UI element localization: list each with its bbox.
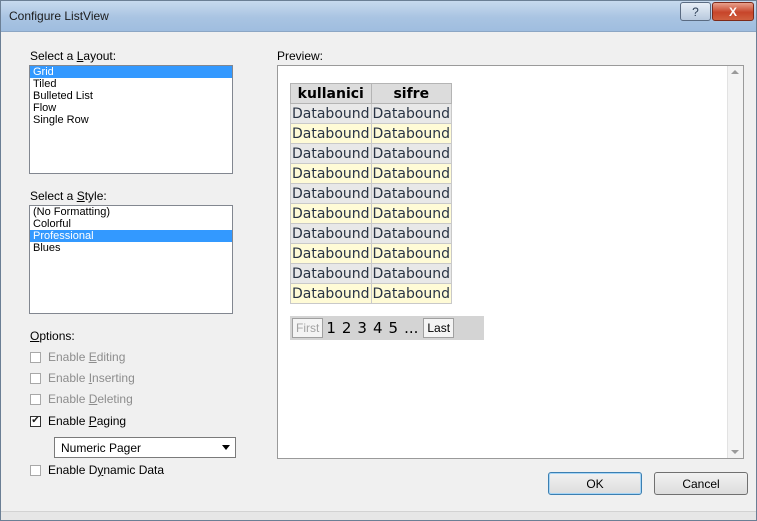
layout-list-item[interactable]: Single Row [30, 114, 232, 126]
table-cell: Databound [290, 283, 372, 304]
table-cell: Databound [290, 223, 372, 244]
style-list-item[interactable]: Professional [30, 230, 232, 242]
table-cell: Databound [290, 183, 372, 204]
inserting-label: Enable Inserting [48, 371, 135, 385]
style-label: Select a Style: [30, 189, 107, 203]
layout-list-item[interactable]: Grid [30, 66, 232, 78]
close-button[interactable]: X [712, 2, 754, 21]
table-cell: Databound [370, 103, 453, 124]
table-cell: Databound [370, 283, 453, 304]
column-header-kullanici: kullanici [290, 83, 372, 104]
layout-list-item[interactable]: Flow [30, 102, 232, 114]
table-row: Databound Databound [290, 283, 453, 304]
table-row: Databound Databound [290, 243, 453, 264]
pager-page-link: 3 [357, 319, 367, 337]
table-cell: Databound [290, 143, 372, 164]
table-cell: Databound [290, 203, 372, 224]
deleting-checkbox [30, 393, 41, 405]
deleting-label: Enable Deleting [48, 392, 133, 406]
dialog-bottom-edge [1, 511, 756, 520]
table-cell: Databound [290, 163, 372, 184]
layout-list-item[interactable]: Tiled [30, 78, 232, 90]
scroll-up-icon[interactable] [731, 70, 739, 74]
style-list-item[interactable]: Colorful [30, 218, 232, 230]
pager-page-link: 4 [372, 319, 383, 337]
table-row: Databound Databound [290, 183, 453, 204]
table-row: Databound Databound [290, 163, 453, 184]
table-row: Databound Databound [290, 143, 453, 164]
layout-label: Select a Layout: [30, 49, 117, 63]
table-cell: Databound [290, 123, 372, 144]
preview-scrollbar[interactable] [727, 66, 743, 458]
preview-label: Preview: [277, 49, 324, 63]
dynamic-data-label: Enable Dynamic Data [48, 463, 165, 477]
table-cell: Databound [370, 203, 453, 224]
table-row: Databound Databound [290, 123, 453, 144]
table-cell: Databound [370, 183, 453, 204]
table-cell: Databound [290, 103, 372, 124]
enable-editing-option: Enable Editing [30, 350, 125, 364]
help-button[interactable]: ? [680, 2, 711, 21]
table-cell: Databound [370, 263, 453, 284]
style-listbox[interactable]: (No Formatting) Colorful Professional Blues [29, 205, 233, 314]
table-cell: Databound [370, 123, 453, 144]
table-row: Databound Databound [290, 223, 453, 244]
pager-page-link: ... [404, 319, 419, 337]
pager-first-button: First [292, 318, 324, 338]
pager-type-value: Numeric Pager [61, 440, 142, 455]
pager-last-button: Last [423, 318, 455, 338]
pager-page-link: 5 [388, 319, 399, 337]
ok-button[interactable]: OK [548, 472, 642, 495]
enable-deleting-option: Enable Deleting [30, 392, 133, 406]
enable-paging-option[interactable]: ✔ Enable Paging [30, 414, 126, 428]
preview-pane: kullanici sifre Databound Databound Databo… [277, 65, 744, 459]
enable-dynamic-data-option[interactable]: Enable Dynamic Data [30, 463, 164, 477]
options-label: Options: [30, 329, 75, 343]
table-row: Databound Databound [290, 103, 453, 124]
layout-list-item[interactable]: Bulleted List [30, 90, 232, 102]
chevron-down-icon [222, 445, 230, 450]
inserting-checkbox [30, 372, 41, 384]
scroll-down-icon[interactable] [731, 450, 739, 454]
window-title: Configure ListView [9, 9, 109, 23]
table-cell: Databound [290, 263, 372, 284]
editing-label: Enable Editing [48, 350, 126, 364]
table-cell: Databound [370, 143, 453, 164]
style-list-item[interactable]: Blues [30, 242, 232, 254]
close-icon: X [728, 4, 737, 19]
pager-page-link: 2 [341, 319, 352, 337]
editing-checkbox [30, 351, 41, 363]
preview-grid: kullanici sifre Databound Databound Databo… [290, 83, 453, 304]
style-list-item[interactable]: (No Formatting) [30, 206, 232, 218]
layout-listbox[interactable]: Grid Tiled Bulleted List Flow Single Row [29, 65, 233, 174]
table-cell: Databound [370, 243, 453, 264]
table-row: Databound Databound [290, 203, 453, 224]
table-cell: Databound [370, 163, 453, 184]
help-icon: ? [692, 4, 699, 19]
pager-type-dropdown[interactable]: Numeric Pager [54, 437, 236, 458]
preview-pager: First 1 2 3 4 5... Last [290, 316, 484, 340]
table-row: Databound Databound [290, 263, 453, 284]
title-bar: Configure ListView ? X [1, 1, 756, 32]
paging-checkbox[interactable]: ✔ [30, 415, 41, 427]
cancel-button[interactable]: Cancel [654, 472, 748, 495]
paging-label: Enable Paging [48, 414, 127, 428]
table-cell: Databound [290, 243, 372, 264]
configure-listview-dialog: Configure ListView ? X Select a Layout: … [0, 0, 757, 521]
table-cell: Databound [370, 223, 453, 244]
pager-page-link: 1 [326, 319, 336, 337]
column-header-sifre: sifre [370, 83, 453, 104]
enable-inserting-option: Enable Inserting [30, 371, 135, 385]
dynamic-data-checkbox[interactable] [30, 464, 41, 476]
